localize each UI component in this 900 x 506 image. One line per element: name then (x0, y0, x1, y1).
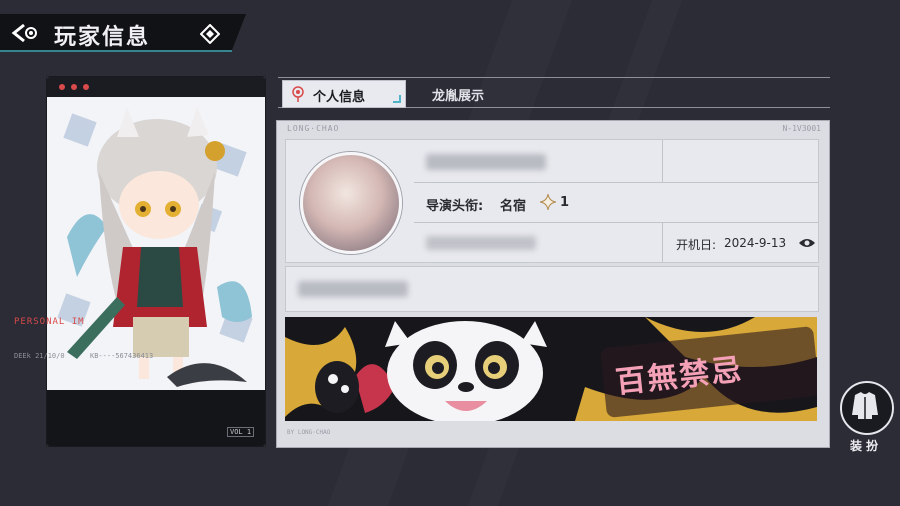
card-dot (71, 84, 77, 90)
jacket-icon (852, 392, 878, 419)
column-divider (662, 140, 663, 182)
open-date-label: 开机日: (676, 238, 717, 252)
director-title-value: 名宿 (500, 199, 527, 214)
card-footer-code: DEEk 21/10/0 (14, 352, 65, 360)
outfit-button[interactable] (840, 381, 894, 435)
signature-blurred (298, 281, 408, 297)
outfit-button-label[interactable]: 装扮 (850, 437, 882, 454)
card-footer (47, 390, 265, 446)
card-footer-title: PERSONAL IM (14, 317, 85, 327)
profile-banner[interactable]: 百無禁忌 (285, 317, 817, 421)
profile-section: 导演头衔: 名宿 1 开机日: 2024-9-13 (285, 139, 819, 263)
column-divider (662, 222, 663, 262)
tab-bar-border (278, 77, 830, 78)
open-date-value: 2024-9-13 (724, 236, 787, 250)
player-avatar[interactable] (300, 152, 402, 254)
panel-footer-text: BY LONG·CHAO (287, 429, 331, 436)
character-card[interactable] (47, 77, 265, 446)
player-name-blurred (426, 154, 546, 170)
director-title-label: 导演头衔: (426, 199, 484, 214)
tab-personal-info[interactable]: 个人信息 (282, 80, 406, 108)
signature-section (285, 266, 819, 312)
card-volume-label: VOL 1 (227, 427, 255, 437)
card-dot (83, 84, 89, 90)
sparkle-star-icon (540, 194, 556, 210)
player-info-panel: LONG·CHAO N-1V3001 导演头衔: 名宿 1 开机日: 2024-… (276, 120, 830, 448)
card-top-bar (47, 77, 265, 97)
pin-icon (292, 86, 304, 102)
card-footer-code2: KB----567436413 (90, 352, 154, 360)
info-button[interactable] (199, 23, 221, 45)
card-dot (59, 84, 65, 90)
tab-dragon-showcase[interactable]: 龙胤展示 (432, 85, 484, 104)
panel-header-text: LONG·CHAO (287, 124, 340, 133)
tab-corner-mark (393, 95, 401, 103)
tab-label: 个人信息 (313, 90, 366, 105)
back-button[interactable] (10, 21, 40, 45)
diamond-icon (199, 23, 221, 45)
row-divider (414, 182, 818, 183)
panel-header-code: N-1V3001 (782, 124, 821, 133)
page-title: 玩家信息 (54, 25, 151, 50)
eye-icon[interactable] (798, 237, 816, 249)
player-uid-blurred (426, 236, 536, 250)
director-title-level: 1 (560, 195, 570, 210)
back-arrow-icon (11, 23, 37, 43)
row-divider (414, 222, 818, 223)
